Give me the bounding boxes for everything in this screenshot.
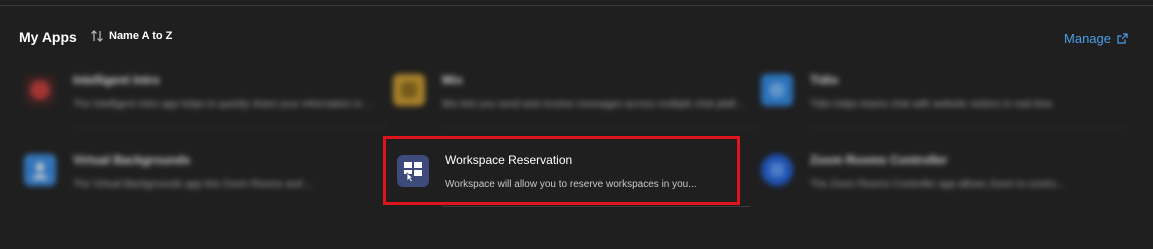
- app-divider: [442, 126, 757, 127]
- sort-icon: [90, 30, 104, 42]
- blue-app-icon: [761, 74, 793, 106]
- app-description: The Intelligent Intro app helps to quick…: [73, 99, 378, 110]
- app-name: Workspace Reservation: [445, 153, 573, 167]
- app-description: Tidio helps teams chat with website visi…: [810, 99, 1053, 110]
- app-description: Workspace will allow you to reserve work…: [445, 179, 697, 190]
- my-apps-header: My Apps Name A to Z Manage: [0, 0, 1153, 60]
- app-tile-mio[interactable]: Mio Mio lets you send and receive messag…: [377, 59, 757, 127]
- app-tile-zoom-rooms-controller[interactable]: Zoom Rooms Controller The Zoom Rooms Con…: [745, 139, 1125, 207]
- app-name: Tidio: [810, 73, 839, 87]
- sort-button[interactable]: Name A to Z: [90, 30, 172, 42]
- app-description: Mio lets you send and receive messages a…: [442, 99, 747, 110]
- app-description: The Virtual Backgrounds app lets Zoom Ro…: [73, 179, 314, 190]
- app-divider: [810, 126, 1125, 127]
- manage-link[interactable]: Manage: [1064, 31, 1128, 46]
- app-name: Zoom Rooms Controller: [810, 153, 948, 167]
- app-tile-virtual-backgrounds[interactable]: Virtual Backgrounds The Virtual Backgrou…: [8, 139, 388, 207]
- app-divider: [73, 126, 388, 127]
- yellow-app-icon: [393, 74, 425, 106]
- app-name: Mio: [442, 73, 463, 87]
- app-tile-intelligent-intro[interactable]: Intelligent Intro The Intelligent Intro …: [8, 59, 388, 127]
- app-divider: [442, 206, 750, 207]
- app-name: Virtual Backgrounds: [73, 153, 191, 167]
- section-title: My Apps: [19, 29, 77, 45]
- app-tile-tidio[interactable]: Tidio Tidio helps teams chat with websit…: [745, 59, 1125, 127]
- person-icon: [24, 154, 56, 186]
- app-description: The Zoom Rooms Controller app allows Zoo…: [810, 179, 1065, 190]
- external-link-icon: [1117, 33, 1128, 44]
- rooms-controller-icon: [761, 154, 793, 186]
- manage-label: Manage: [1064, 31, 1111, 46]
- sort-label: Name A to Z: [109, 30, 173, 42]
- workspace-reservation-icon: [397, 155, 429, 187]
- app-name: Intelligent Intro: [73, 73, 160, 87]
- red-circle-icon: [24, 74, 56, 106]
- app-tile-workspace-reservation[interactable]: Workspace Reservation Workspace will all…: [377, 139, 750, 207]
